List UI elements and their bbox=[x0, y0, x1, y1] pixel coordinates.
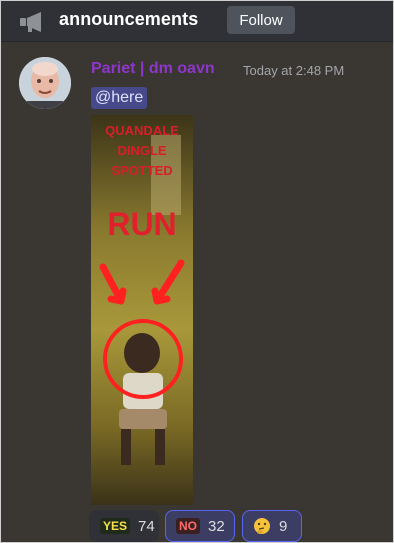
image-headline: RUN bbox=[107, 206, 176, 242]
username[interactable]: Pariet | dm oavn bbox=[91, 60, 215, 78]
message-image[interactable]: QUANDALE DINGLE SPOTTED RUN bbox=[91, 115, 193, 505]
megaphone-icon bbox=[20, 12, 41, 32]
mention-here[interactable]: @here bbox=[91, 87, 148, 109]
channel-name: announcements bbox=[59, 9, 199, 29]
channel-header: announcements Follow bbox=[1, 1, 393, 42]
avatar[interactable] bbox=[19, 57, 71, 109]
reaction-thinking[interactable]: 9 bbox=[242, 510, 302, 542]
yes-emoji-icon: YES bbox=[100, 518, 131, 534]
timestamp: Today at 2:48 PM bbox=[243, 63, 345, 78]
message-view: announcements Follow Pariet | dm oavn To… bbox=[0, 0, 394, 543]
thinking-face-icon bbox=[254, 518, 270, 534]
follow-button[interactable]: Follow bbox=[227, 6, 295, 34]
image-caption-line: DINGLE bbox=[117, 143, 166, 158]
reaction-no[interactable]: NO 32 bbox=[165, 510, 235, 542]
reaction-count: 74 bbox=[138, 517, 155, 535]
reaction-count: 32 bbox=[208, 517, 225, 535]
image-caption-line: QUANDALE bbox=[105, 123, 179, 138]
reaction-yes[interactable]: YES 74 bbox=[89, 510, 159, 542]
no-emoji-icon: NO bbox=[176, 518, 200, 534]
reaction-count: 9 bbox=[279, 517, 288, 535]
image-caption-line: SPOTTED bbox=[111, 163, 172, 178]
